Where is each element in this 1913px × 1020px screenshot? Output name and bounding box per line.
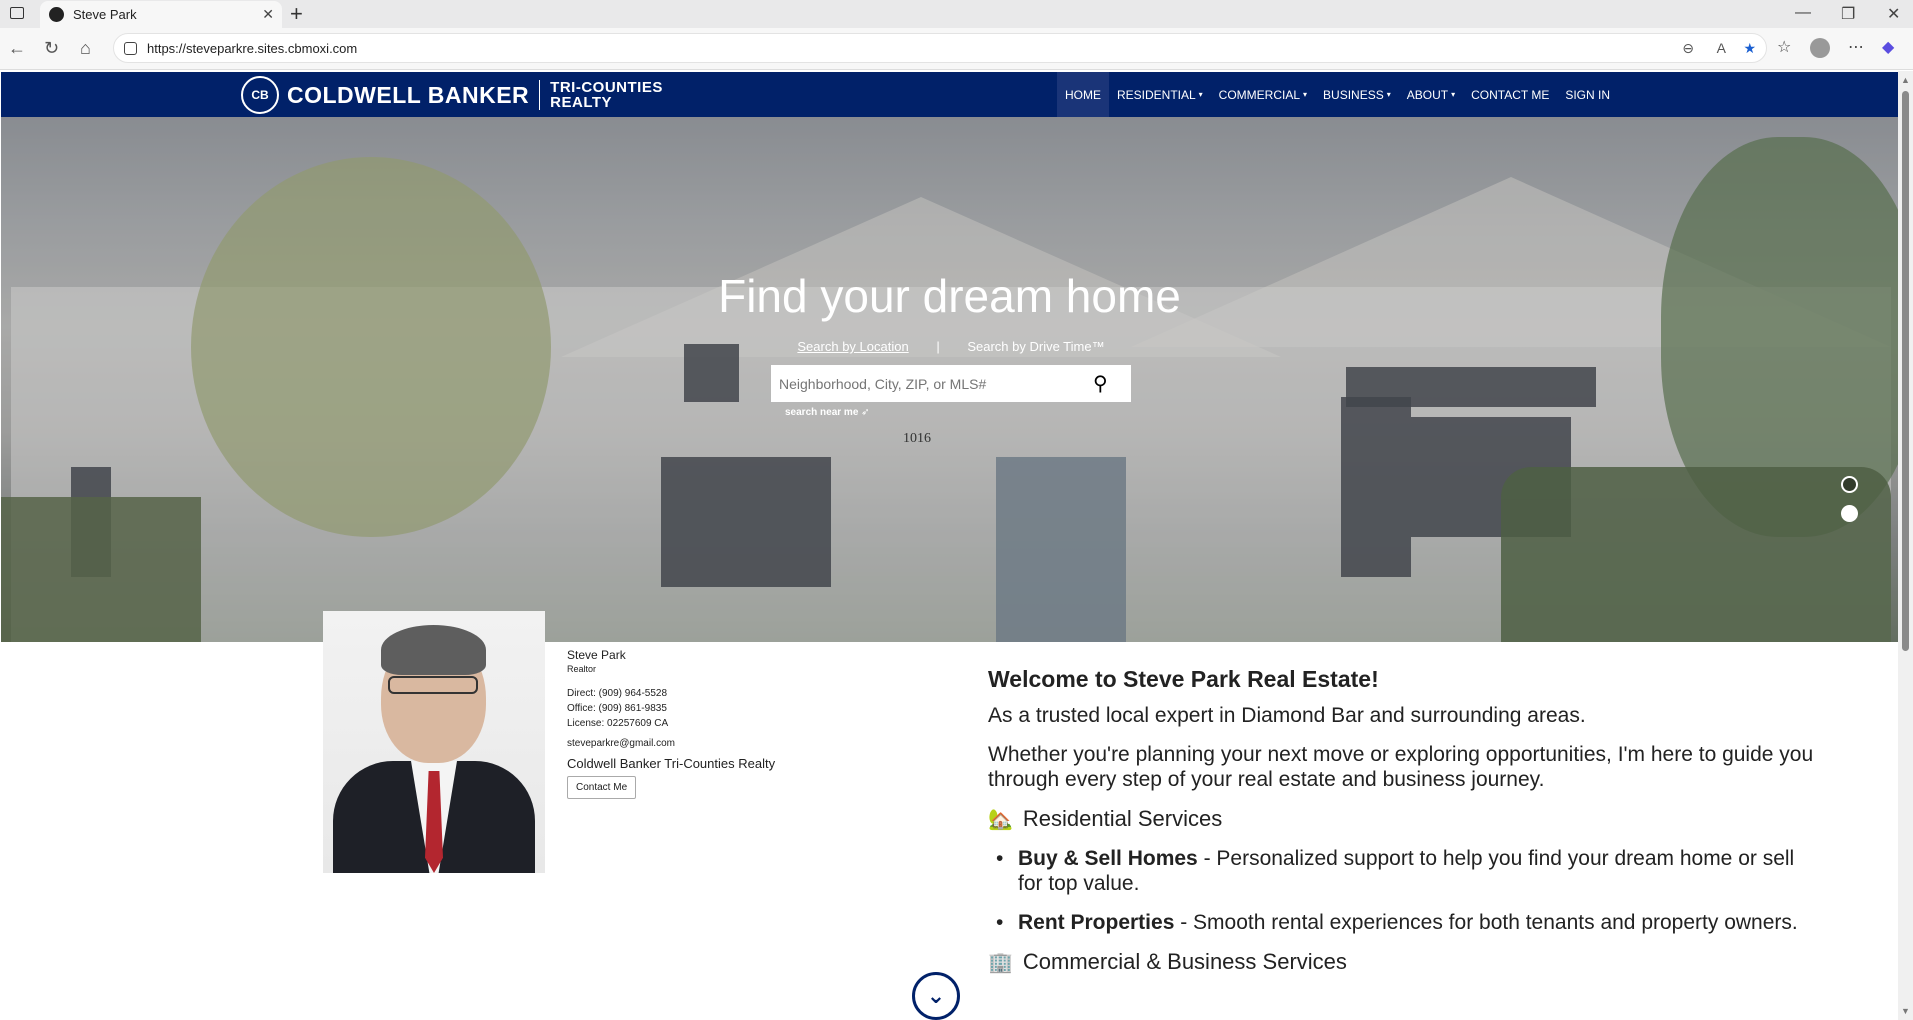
logo-subtitle: TRI-COUNTIES REALTY bbox=[550, 80, 663, 110]
logo-sub-line-1: TRI-COUNTIES bbox=[550, 79, 663, 96]
caret-down-icon: ▾ bbox=[1198, 90, 1203, 99]
nav-item-label: BUSINESS bbox=[1323, 87, 1384, 102]
favorites-icon[interactable]: ☆ bbox=[1777, 38, 1791, 58]
refresh-icon[interactable]: ↻ bbox=[44, 38, 59, 58]
copilot-icon[interactable]: ◆ bbox=[1882, 38, 1894, 58]
welcome-heading: Welcome to Steve Park Real Estate! bbox=[988, 666, 1379, 692]
photo-hair bbox=[381, 625, 486, 675]
home-icon[interactable]: ⌂ bbox=[80, 38, 91, 58]
agent-title: Realtor bbox=[567, 664, 597, 674]
cb-seal-icon: CB bbox=[241, 76, 279, 114]
tab-actions-icon[interactable] bbox=[10, 7, 24, 19]
nav-item-about[interactable]: ABOUT ▾ bbox=[1399, 72, 1463, 117]
restore-icon[interactable]: ❐ bbox=[1841, 4, 1855, 24]
site-navbar: CB COLDWELL BANKER TRI-COUNTIES REALTY H… bbox=[1, 72, 1898, 117]
list-item-title: Buy & Sell Homes bbox=[1018, 847, 1198, 870]
scroll-down-arrow-icon[interactable]: ▼ bbox=[1901, 1006, 1910, 1016]
search-input[interactable] bbox=[771, 375, 1091, 392]
agent-photo bbox=[323, 611, 545, 873]
address-bar-area: ← ↻ ⌂ https://steveparkre.sites.cbmoxi.c… bbox=[0, 28, 1913, 70]
nav-item-sign-in[interactable]: SIGN IN bbox=[1557, 72, 1618, 117]
carousel-dot-1[interactable] bbox=[1841, 476, 1858, 493]
lock-icon[interactable] bbox=[124, 41, 137, 55]
page-scrollbar[interactable]: ▲ ▼ bbox=[1898, 71, 1913, 1020]
scroll-down-chevron-icon[interactable]: ⌄ bbox=[912, 972, 960, 1020]
tab-search-by-drive-time[interactable]: Search by Drive Time™ bbox=[967, 339, 1104, 354]
nav-item-label: HOME bbox=[1064, 87, 1101, 102]
favicon-icon bbox=[49, 7, 64, 22]
nav-item-contact-me[interactable]: CONTACT ME bbox=[1463, 72, 1557, 117]
commercial-heading: 🏢 Commercial & Business Services bbox=[988, 949, 1818, 975]
residential-heading: 🏡 Residential Services bbox=[988, 806, 1818, 832]
agent-company: Coldwell Banker Tri-Counties Realty bbox=[567, 756, 776, 771]
tab-title: Steve Park bbox=[73, 7, 137, 22]
nav-item-home[interactable]: HOME bbox=[1056, 72, 1109, 117]
nav-item-label: COMMERCIAL bbox=[1218, 87, 1301, 102]
scrollbar-thumb[interactable] bbox=[1902, 91, 1909, 651]
back-icon[interactable]: ← bbox=[8, 38, 26, 58]
caret-down-icon: ▾ bbox=[1303, 90, 1308, 99]
list-item: Buy & Sell Homes - Personalized support … bbox=[996, 846, 1818, 896]
welcome-intro: As a trusted local expert in Diamond Bar… bbox=[988, 704, 1586, 727]
commercial-heading-text: Commercial & Business Services bbox=[1022, 949, 1347, 974]
profile-avatar[interactable] bbox=[1810, 38, 1830, 58]
favorite-star-icon[interactable]: ★ bbox=[1743, 40, 1756, 57]
agent-email[interactable]: steveparkre@gmail.com bbox=[567, 736, 775, 751]
list-item: Rent Properties - Smooth rental experien… bbox=[996, 910, 1818, 935]
house-number: 1016 bbox=[903, 431, 931, 446]
caret-down-icon: ▾ bbox=[1451, 90, 1456, 99]
agent-name: Steve Park bbox=[567, 648, 626, 662]
nav-item-label: RESIDENTIAL bbox=[1116, 87, 1196, 102]
nav-item-label: ABOUT bbox=[1406, 87, 1449, 102]
search-box: ⚲ bbox=[771, 365, 1131, 402]
nav-item-residential[interactable]: RESIDENTIAL ▾ bbox=[1109, 72, 1211, 117]
nav-item-commercial[interactable]: COMMERCIAL ▾ bbox=[1211, 72, 1315, 117]
photo-glasses bbox=[388, 676, 478, 694]
tab-search-by-location[interactable]: Search by Location bbox=[797, 339, 908, 354]
caret-down-icon: ▾ bbox=[1386, 90, 1391, 99]
nav-item-label: SIGN IN bbox=[1565, 87, 1610, 102]
search-mode-tabs: Search by Location | Search by Drive Tim… bbox=[1, 339, 1898, 354]
scroll-up-arrow-icon[interactable]: ▲ bbox=[1901, 75, 1910, 85]
more-menu-icon[interactable]: ⋯ bbox=[1848, 38, 1864, 58]
list-item-title: Rent Properties bbox=[1018, 911, 1175, 934]
new-tab-icon[interactable]: + bbox=[290, 2, 303, 26]
minimize-icon[interactable]: — bbox=[1795, 4, 1811, 22]
contact-me-button[interactable]: Contact Me bbox=[567, 776, 637, 799]
browser-tab-bar: Steve Park ✕ + — ❐ ✕ bbox=[0, 0, 1913, 28]
browser-tab[interactable]: Steve Park ✕ bbox=[40, 1, 282, 28]
zoom-icon[interactable]: ⊖ bbox=[1682, 40, 1694, 57]
search-icon[interactable]: ⚲ bbox=[1093, 371, 1108, 396]
office-building-icon: 🏢 bbox=[988, 951, 1013, 974]
url-text[interactable]: https://steveparkre.sites.cbmoxi.com bbox=[147, 41, 357, 56]
window-close-icon[interactable]: ✕ bbox=[1887, 4, 1900, 24]
logo-brand: COLDWELL BANKER bbox=[287, 81, 530, 108]
list-item-text: - Smooth rental experiences for both ten… bbox=[1174, 911, 1798, 934]
logo-divider bbox=[539, 80, 541, 110]
welcome-paragraph: Whether you're planning your next move o… bbox=[988, 743, 1814, 791]
residential-heading-text: Residential Services bbox=[1022, 806, 1223, 831]
hero-banner: 1016 Find your dream home Search by Loca… bbox=[1, 117, 1898, 642]
search-near-me-link[interactable]: search near me ➶ bbox=[785, 407, 870, 418]
main-menu: HOME RESIDENTIAL ▾ COMMERCIAL ▾ BUSINESS ▾ ABOU… bbox=[1056, 72, 1618, 117]
carousel-dots bbox=[1841, 476, 1858, 534]
nav-item-business[interactable]: BUSINESS ▾ bbox=[1315, 72, 1399, 117]
agent-direct-phone[interactable]: Direct: (909) 964-5528 bbox=[567, 686, 775, 701]
agent-office-phone[interactable]: Office: (909) 861-9835 bbox=[567, 701, 775, 716]
house-icon: 🏡 bbox=[988, 808, 1013, 831]
search-tab-divider: | bbox=[936, 339, 940, 354]
residential-list: Buy & Sell Homes - Personalized support … bbox=[988, 846, 1818, 935]
agent-license: License: 02257609 CA bbox=[567, 718, 669, 729]
close-tab-icon[interactable]: ✕ bbox=[262, 6, 274, 23]
hero-headline: Find your dream home bbox=[718, 270, 1181, 322]
site-logo[interactable]: CB COLDWELL BANKER TRI-COUNTIES REALTY bbox=[241, 76, 663, 114]
nav-item-label: CONTACT ME bbox=[1471, 87, 1550, 102]
url-field[interactable]: https://steveparkre.sites.cbmoxi.com ⊖ A… bbox=[113, 33, 1767, 63]
read-aloud-icon[interactable]: A bbox=[1717, 40, 1726, 56]
welcome-section: Welcome to Steve Park Real Estate! As a … bbox=[988, 666, 1818, 989]
agent-info: Steve Park Realtor Direct: (909) 964-552… bbox=[567, 648, 775, 799]
carousel-dot-2[interactable] bbox=[1841, 505, 1858, 522]
logo-sub-line-2: REALTY bbox=[550, 94, 613, 111]
